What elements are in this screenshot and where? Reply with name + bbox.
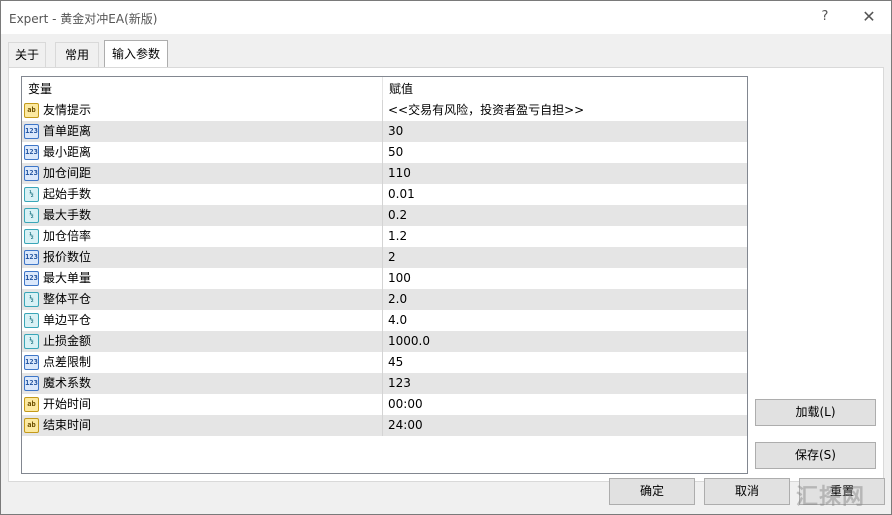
value-cell[interactable]: 4.0 [383, 310, 747, 331]
integer-type-icon: 123 [24, 124, 39, 139]
variable-cell: ab 友情提示 [22, 100, 383, 121]
value-cell[interactable]: 2.0 [383, 289, 747, 310]
string-type-icon: ab [24, 103, 39, 118]
variable-cell: ½ 单边平仓 [22, 310, 383, 331]
variable-cell: 123 点差限制 [22, 352, 383, 373]
load-button[interactable]: 加载(L) [755, 399, 876, 426]
value-cell[interactable]: 100 [383, 268, 747, 289]
variable-name: 单边平仓 [43, 313, 92, 327]
value-cell[interactable]: 0.2 [383, 205, 747, 226]
variable-name: 点差限制 [43, 355, 92, 369]
table-row[interactable]: ½ 起始手数 0.01 [22, 184, 747, 205]
variable-name: 最小距离 [43, 145, 92, 159]
value-cell[interactable]: 110 [383, 163, 747, 184]
variable-name: 报价数位 [43, 250, 92, 264]
table-row[interactable]: ½ 止损金额 1000.0 [22, 331, 747, 352]
column-header-value[interactable]: 赋值 [383, 77, 747, 100]
integer-type-icon: 123 [24, 376, 39, 391]
integer-type-icon: 123 [24, 355, 39, 370]
table-row[interactable]: 123 点差限制 45 [22, 352, 747, 373]
inputs-panel: 变量 赋值 ab 友情提示 <<交易有风险，投资者盈亏自担>> 123 首单距离 30 12… [8, 67, 884, 482]
integer-type-icon: 123 [24, 271, 39, 286]
variable-cell: ½ 加仓倍率 [22, 226, 383, 247]
help-button[interactable]: ? [803, 5, 847, 29]
tab-common[interactable]: 常用 [55, 42, 99, 67]
reset-button[interactable]: 重置 [799, 478, 885, 505]
double-type-icon: ½ [24, 187, 39, 202]
variable-name: 友情提示 [43, 103, 92, 117]
ok-button[interactable]: 确定 [609, 478, 695, 505]
tab-about[interactable]: 关于 [8, 42, 46, 67]
variable-name: 加仓倍率 [43, 229, 92, 243]
double-type-icon: ½ [24, 229, 39, 244]
variable-cell: ab 结束时间 [22, 415, 383, 436]
table-row[interactable]: ½ 加仓倍率 1.2 [22, 226, 747, 247]
column-header-variable[interactable]: 变量 [22, 77, 383, 100]
double-type-icon: ½ [24, 313, 39, 328]
title-bar[interactable]: Expert - 黄金对冲EA(新版) ? ✕ [1, 1, 891, 34]
variable-name: 最大手数 [43, 208, 92, 222]
window-title: Expert - 黄金对冲EA(新版) [9, 12, 158, 26]
integer-type-icon: 123 [24, 145, 39, 160]
value-cell[interactable]: 123 [383, 373, 747, 394]
table-row[interactable]: 123 魔术系数 123 [22, 373, 747, 394]
table-row[interactable]: 123 报价数位 2 [22, 247, 747, 268]
grid-header: 变量 赋值 [22, 77, 747, 100]
variable-name: 结束时间 [43, 418, 92, 432]
string-type-icon: ab [24, 418, 39, 433]
variable-cell: 123 魔术系数 [22, 373, 383, 394]
value-cell[interactable]: 0.01 [383, 184, 747, 205]
value-cell[interactable]: 30 [383, 121, 747, 142]
parameters-grid[interactable]: 变量 赋值 ab 友情提示 <<交易有风险，投资者盈亏自担>> 123 首单距离 30 12… [21, 76, 748, 474]
variable-name: 魔术系数 [43, 376, 92, 390]
cancel-button[interactable]: 取消 [704, 478, 790, 505]
integer-type-icon: 123 [24, 166, 39, 181]
variable-cell: 123 报价数位 [22, 247, 383, 268]
table-row[interactable]: ½ 最大手数 0.2 [22, 205, 747, 226]
value-cell[interactable]: <<交易有风险，投资者盈亏自担>> [383, 100, 747, 121]
variable-cell: 123 首单距离 [22, 121, 383, 142]
double-type-icon: ½ [24, 292, 39, 307]
table-row[interactable]: ½ 整体平仓 2.0 [22, 289, 747, 310]
table-row[interactable]: 123 加仓间距 110 [22, 163, 747, 184]
double-type-icon: ½ [24, 334, 39, 349]
double-type-icon: ½ [24, 208, 39, 223]
table-row[interactable]: 123 首单距离 30 [22, 121, 747, 142]
table-row[interactable]: ½ 单边平仓 4.0 [22, 310, 747, 331]
table-row[interactable]: 123 最小距离 50 [22, 142, 747, 163]
variable-name: 起始手数 [43, 187, 92, 201]
variable-cell: 123 最大单量 [22, 268, 383, 289]
table-row[interactable]: 123 最大单量 100 [22, 268, 747, 289]
value-cell[interactable]: 50 [383, 142, 747, 163]
value-cell[interactable]: 45 [383, 352, 747, 373]
value-cell[interactable]: 1.2 [383, 226, 747, 247]
variable-cell: ½ 止损金额 [22, 331, 383, 352]
integer-type-icon: 123 [24, 250, 39, 265]
value-cell[interactable]: 1000.0 [383, 331, 747, 352]
variable-cell: 123 最小距离 [22, 142, 383, 163]
close-button[interactable]: ✕ [847, 5, 891, 29]
save-button[interactable]: 保存(S) [755, 442, 876, 469]
tab-inputs[interactable]: 输入参数 [104, 40, 168, 68]
expert-dialog: Expert - 黄金对冲EA(新版) ? ✕ 关于 常用 输入参数 变量 赋值… [0, 0, 892, 515]
variable-cell: ab 开始时间 [22, 394, 383, 415]
variable-cell: 123 加仓间距 [22, 163, 383, 184]
value-cell[interactable]: 2 [383, 247, 747, 268]
value-cell[interactable]: 00:00 [383, 394, 747, 415]
variable-name: 止损金额 [43, 334, 92, 348]
variable-name: 加仓间距 [43, 166, 92, 180]
table-row[interactable]: ab 友情提示 <<交易有风险，投资者盈亏自担>> [22, 100, 747, 121]
table-row[interactable]: ab 开始时间 00:00 [22, 394, 747, 415]
variable-cell: ½ 起始手数 [22, 184, 383, 205]
table-row[interactable]: ab 结束时间 24:00 [22, 415, 747, 436]
variable-name: 首单距离 [43, 124, 92, 138]
variable-cell: ½ 整体平仓 [22, 289, 383, 310]
variable-cell: ½ 最大手数 [22, 205, 383, 226]
variable-name: 整体平仓 [43, 292, 92, 306]
string-type-icon: ab [24, 397, 39, 412]
variable-name: 最大单量 [43, 271, 92, 285]
value-cell[interactable]: 24:00 [383, 415, 747, 436]
variable-name: 开始时间 [43, 397, 92, 411]
